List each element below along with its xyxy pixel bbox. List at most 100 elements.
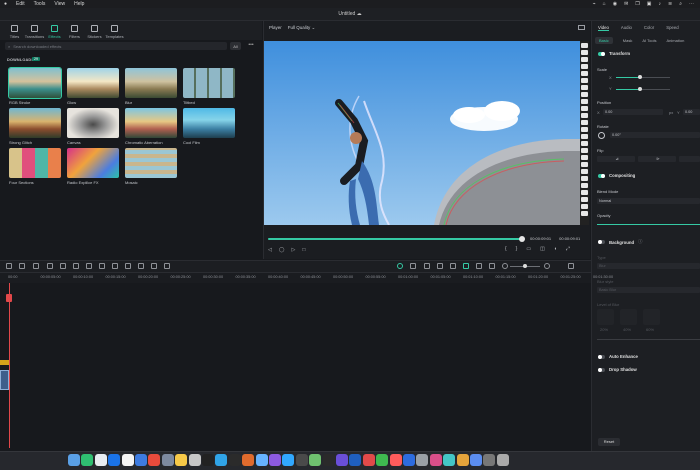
play-back-icon[interactable]: ◯ [279,247,285,253]
dock-app-icon[interactable] [470,454,482,466]
filter-dropdown[interactable]: All [230,42,241,50]
position-y-input[interactable]: 0.00 [683,109,700,115]
play-icon[interactable]: ▷ [291,247,295,253]
audio-icon[interactable] [138,263,144,269]
dock-app-icon[interactable] [215,454,228,466]
effect-thumb-mosaic[interactable] [125,148,177,178]
render-icon[interactable] [397,263,403,269]
zoom-in-icon[interactable] [544,263,550,269]
marker-icon[interactable] [424,263,430,269]
dock-app-icon[interactable] [188,454,201,466]
display-icon[interactable]: ▭ [526,246,531,252]
zoom-out-icon[interactable] [502,263,508,269]
playback-scrubber[interactable] [519,236,525,242]
record-icon[interactable] [437,263,443,269]
video-clip[interactable] [0,370,9,390]
apple-icon[interactable]: ● [4,1,7,7]
dock-app-icon[interactable] [403,454,415,466]
background-toggle[interactable] [598,240,605,244]
wifi-icon[interactable]: ≋ [668,1,672,7]
speed-icon[interactable] [86,263,92,269]
snapshot-icon[interactable] [578,25,585,30]
status-icon[interactable]: ◉ [613,1,617,7]
dock-app-icon[interactable] [483,454,496,466]
more-icon[interactable] [164,263,170,269]
dock-app-icon[interactable] [81,454,94,466]
subtab-mask[interactable]: Mask [623,38,633,43]
effect-thumb-blur[interactable] [125,68,177,98]
drop-shadow-toggle[interactable] [598,367,605,372]
bg-level-preset[interactable] [643,309,660,325]
status-icon[interactable]: ♪ [658,1,661,7]
dock-app-icon[interactable] [389,454,402,466]
mark-out-icon[interactable]: } [516,246,518,252]
subtab-ai-tools[interactable]: AI Tools [642,38,656,43]
status-icon[interactable]: ✉ [624,1,628,7]
tab-stickers[interactable]: Stickers [86,23,103,40]
effect-thumb-rgb-stroke[interactable] [8,67,62,99]
panel-icon[interactable] [568,263,574,269]
auto-enhance-toggle[interactable] [598,354,605,359]
status-icon[interactable]: ⌁ [593,1,596,7]
more-options-button[interactable]: ••• [246,42,256,50]
flip-extra-button[interactable] [679,156,700,162]
reset-button[interactable]: Reset [598,438,620,446]
stop-icon[interactable]: □ [302,247,305,253]
scale-y-knob[interactable] [638,87,642,91]
effect-thumb-strong-glitch[interactable] [9,108,61,138]
menu-tools[interactable]: Tools [34,1,46,7]
dock-app-icon[interactable] [269,454,281,466]
menu-view[interactable]: View [54,1,65,7]
scale-x-track[interactable] [640,77,670,78]
shield-icon[interactable] [410,263,416,269]
effect-thumb-four-sections[interactable] [9,148,61,178]
transform-toggle[interactable] [598,51,605,56]
quality-dropdown[interactable]: Full Quality ⌄ [288,25,316,31]
dock-app-icon[interactable] [94,454,107,466]
flip-vertical-button[interactable]: ⊳ [638,156,676,162]
dock-app-icon[interactable] [161,454,174,466]
search-icon[interactable]: ⌕ [679,1,682,7]
menu-edit[interactable]: Edit [16,1,25,7]
dock-app-icon[interactable] [255,454,268,466]
flip-horizontal-button[interactable]: ⊿ [597,156,635,162]
group-icon[interactable] [151,263,157,269]
dock-app-icon[interactable] [68,454,80,466]
dock-app-icon[interactable] [443,454,456,466]
dock-app-icon[interactable] [202,454,214,466]
dock-app-icon[interactable] [121,454,134,466]
dock-app-icon[interactable] [148,454,161,466]
snap-icon[interactable] [463,263,469,269]
status-icon[interactable]: ▣ [647,1,652,7]
playhead-handle[interactable] [6,294,12,302]
tab-effects[interactable]: Effects [46,23,63,40]
scale-x-knob[interactable] [638,75,642,79]
timeline-tracks[interactable] [0,283,591,448]
dock-app-icon[interactable] [456,454,469,466]
mask-icon[interactable] [60,263,66,269]
fullscreen-icon[interactable]: ⤢ [566,246,570,252]
bg-level-preset[interactable] [620,309,637,325]
effect-thumb-tiltbed[interactable] [183,68,235,98]
effect-thumb-glow[interactable] [67,68,119,98]
blend-mode-select[interactable]: Normal [597,198,700,204]
transform-icon[interactable] [112,263,118,269]
grid-icon[interactable] [489,263,495,269]
dock-app-icon[interactable] [416,454,429,466]
dock-app-icon[interactable] [282,454,295,466]
subtab-animation[interactable]: Animation [667,38,685,43]
playhead[interactable] [9,283,10,448]
tab-color[interactable]: Color [644,25,654,30]
dock-app-icon[interactable] [322,454,335,466]
compositing-toggle[interactable] [598,173,605,178]
effect-thumb-radio-explilce-fx[interactable] [67,148,119,178]
tab-video[interactable]: Video [598,25,609,31]
more-icon[interactable]: ⋯ [689,1,694,7]
rotate-dial[interactable] [598,132,605,139]
dock-app-icon[interactable] [496,454,509,466]
dock-app-icon[interactable] [108,454,121,466]
camera-icon[interactable]: ◫ [540,246,545,252]
prev-frame-icon[interactable]: ◁ [268,247,272,253]
mark-in-icon[interactable]: { [505,246,507,252]
effect-thumb-canvas[interactable] [67,108,119,138]
